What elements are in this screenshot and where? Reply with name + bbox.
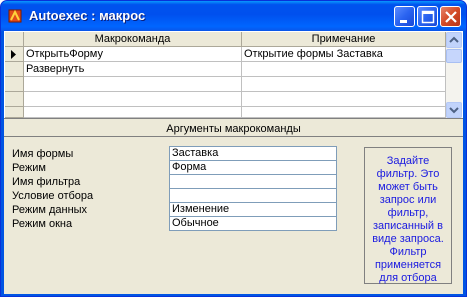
- arg-field-window-mode[interactable]: Обычное: [169, 216, 337, 231]
- arg-label-window-mode: Режим окна: [12, 218, 73, 230]
- note-cell[interactable]: [242, 62, 446, 77]
- current-row-icon: [11, 50, 16, 59]
- arg-label-form-name: Имя формы: [12, 148, 74, 160]
- scroll-thumb[interactable]: [446, 49, 462, 63]
- arg-field-filter-name[interactable]: [169, 174, 337, 189]
- corner-header[interactable]: [5, 32, 24, 47]
- vertical-scrollbar[interactable]: [446, 32, 462, 118]
- note-cell[interactable]: [242, 77, 446, 92]
- action-cell[interactable]: Развернуть: [24, 62, 242, 77]
- close-button[interactable]: [440, 6, 461, 27]
- row-selector[interactable]: [5, 77, 24, 92]
- window-client: Макрокоманда Примечание ОткрытьФорму Отк…: [4, 31, 463, 294]
- action-cell[interactable]: [24, 77, 242, 92]
- action-cell[interactable]: [24, 92, 242, 107]
- arrow-down-icon: [449, 107, 459, 114]
- action-cell[interactable]: ОткрытьФорму: [24, 47, 242, 62]
- arrow-up-icon: [449, 36, 459, 43]
- note-cell[interactable]: Открытие формы Заставка: [242, 47, 446, 62]
- note-cell[interactable]: [242, 107, 446, 118]
- row-selector[interactable]: [5, 92, 24, 107]
- title-bar[interactable]: Autoexec : макрос: [1, 1, 466, 31]
- arg-field-form-name[interactable]: Заставка: [169, 146, 337, 161]
- arg-label-filter-name: Имя фильтра: [12, 176, 81, 188]
- arg-field-view[interactable]: Форма: [169, 160, 337, 175]
- column-header-note[interactable]: Примечание: [242, 32, 446, 47]
- arguments-title: Аргументы макрокоманды: [4, 121, 463, 137]
- arg-label-data-mode: Режим данных: [12, 204, 88, 216]
- minimize-button[interactable]: [394, 6, 415, 27]
- row-selector[interactable]: [5, 62, 24, 77]
- macro-icon: [8, 9, 22, 23]
- window-title: Autoexec : макрос: [29, 8, 146, 23]
- close-icon: [445, 11, 457, 23]
- maximize-icon: [421, 10, 435, 24]
- minimize-icon: [400, 20, 407, 23]
- arg-label-where-condition: Условие отбора: [12, 190, 94, 202]
- help-text-box: Задайте фильтр. Это может быть запрос ил…: [364, 147, 452, 284]
- arg-field-data-mode[interactable]: Изменение: [169, 202, 337, 217]
- arg-label-view: Режим: [12, 162, 46, 174]
- macro-grid: Макрокоманда Примечание ОткрытьФорму Отк…: [4, 31, 463, 119]
- scroll-up-button[interactable]: [446, 32, 462, 48]
- row-selector[interactable]: [5, 107, 24, 118]
- arg-field-where-condition[interactable]: [169, 188, 337, 203]
- scroll-down-button[interactable]: [446, 102, 462, 118]
- action-cell[interactable]: [24, 107, 242, 118]
- macro-window: Autoexec : макрос Макрокоманда Примечани…: [0, 0, 467, 297]
- row-selector[interactable]: [5, 47, 24, 62]
- note-cell[interactable]: [242, 92, 446, 107]
- maximize-button[interactable]: [417, 6, 438, 27]
- column-header-action[interactable]: Макрокоманда: [24, 32, 242, 47]
